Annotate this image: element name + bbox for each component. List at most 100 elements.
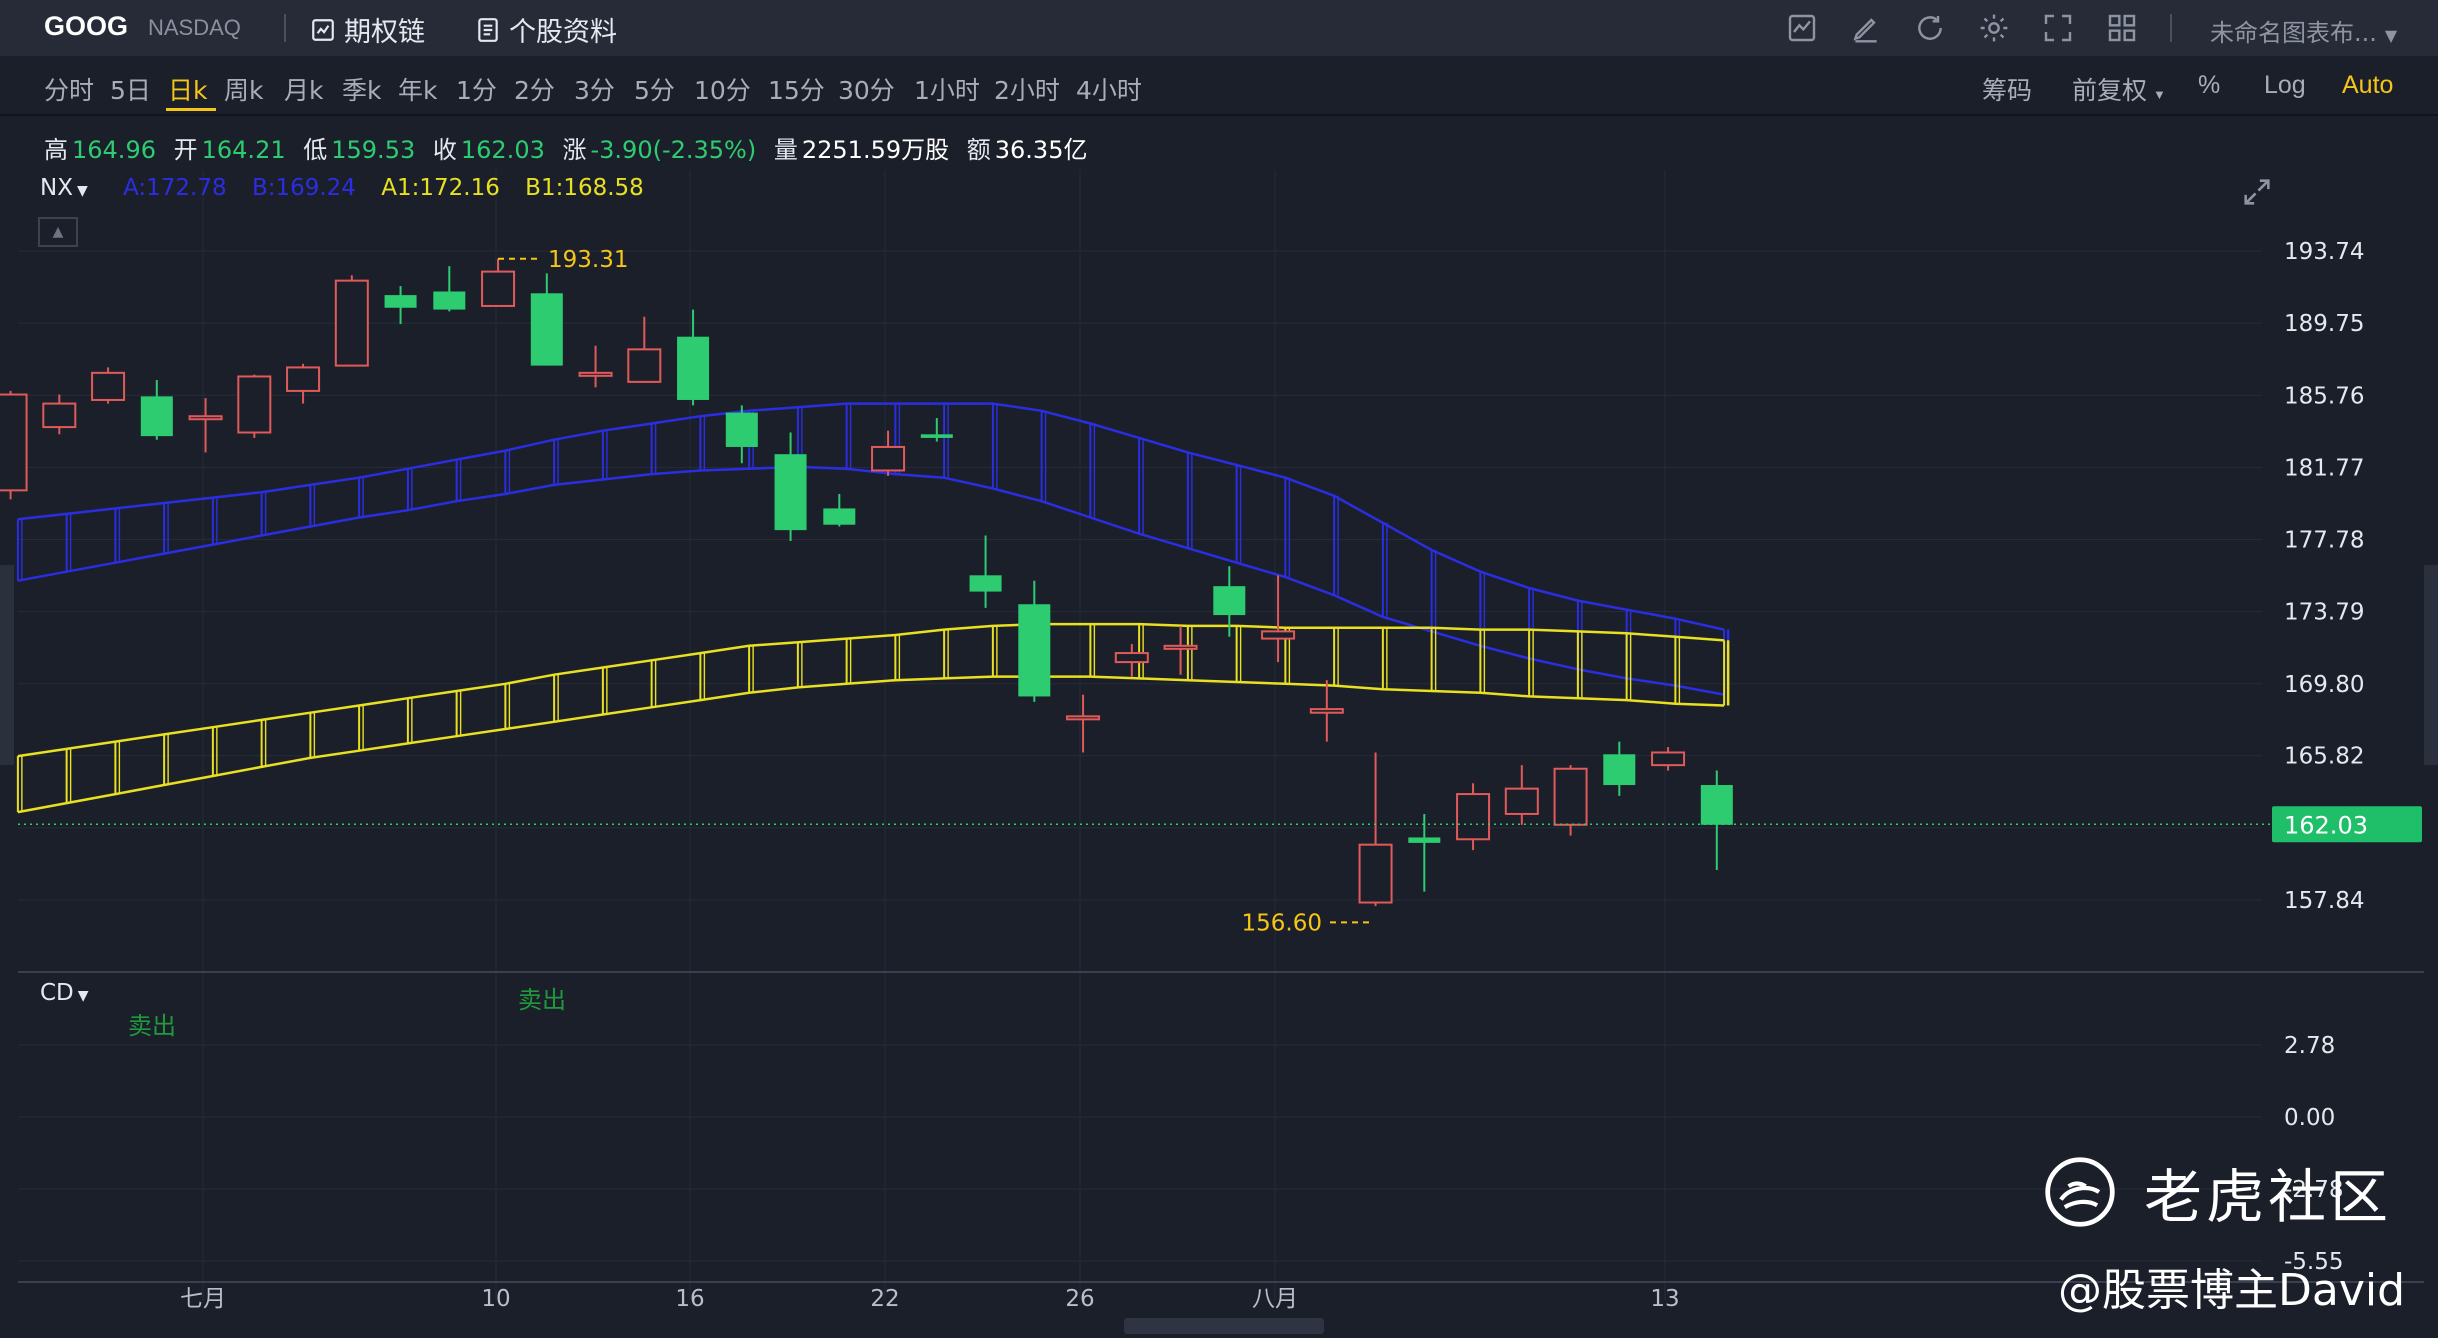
candle-body [433, 291, 466, 310]
watermark-author: @股票博主David [2058, 1265, 2406, 1316]
candle-body [1456, 793, 1491, 841]
time-axis-label: 10 [481, 1286, 510, 1312]
candle-body [1553, 767, 1588, 826]
time-axis-label: 26 [1065, 1286, 1094, 1312]
candle [1553, 765, 1588, 836]
time-axis-label: 七月 [180, 1286, 226, 1312]
nx-name: NX [40, 175, 73, 201]
candle-body [1114, 652, 1149, 664]
candle [140, 380, 173, 440]
candle-body [677, 336, 710, 400]
candle-body [1358, 843, 1393, 904]
price-axis-label: 193.74 [2284, 239, 2364, 265]
candle [677, 309, 710, 406]
candle [1309, 680, 1344, 742]
sell-signal: 卖出 [128, 1012, 176, 1040]
price-axis-label: 165.82 [2284, 744, 2364, 770]
candle [1456, 783, 1491, 851]
nx-b-value: B:169.24 [251, 175, 356, 201]
candle-body [920, 434, 953, 438]
price-axis-label: 185.76 [2284, 383, 2364, 409]
chart-grid [18, 170, 2424, 1300]
candle-body [823, 508, 856, 525]
nx-a1-value: A1:172.16 [381, 175, 500, 201]
candle [433, 266, 466, 312]
cd-indicator-selector[interactable]: CD ▼ [40, 980, 89, 1006]
bottom-panel-handle[interactable] [1124, 1318, 1324, 1334]
candle-body [384, 295, 417, 308]
nx-b1-value: B1:168.58 [525, 175, 644, 201]
candle-body [1408, 837, 1441, 843]
candle-body [1603, 754, 1636, 786]
watermark-brand: 老虎社区 [2144, 1163, 2393, 1231]
cd-axis-label: 2.78 [2284, 1033, 2335, 1059]
yellow-band-upper-line [17, 622, 1725, 758]
candle-body [42, 402, 77, 429]
tiger-logo-icon [2045, 1157, 2115, 1227]
price-axis-label: 169.80 [2284, 672, 2364, 698]
candle-body [725, 412, 758, 447]
candle-body [530, 293, 563, 366]
time-axis-label: 22 [870, 1286, 899, 1312]
candle [1066, 694, 1101, 753]
candle [481, 258, 516, 307]
candle-body [1261, 630, 1296, 640]
candle-body [871, 445, 906, 472]
candle [1603, 741, 1636, 796]
candle-body [1213, 586, 1246, 616]
candle [578, 345, 613, 388]
candle-body [140, 396, 173, 437]
candle [1358, 752, 1393, 907]
nx-indicator-selector[interactable]: NX ▼ [40, 175, 88, 201]
candle [188, 398, 223, 453]
nx-legend: NX ▼ A:172.78 B:169.24 A1:172.16 B1:168.5… [40, 175, 662, 201]
candle [1018, 580, 1051, 702]
chevron-up-icon: ▲ [52, 224, 64, 240]
candle-body [1651, 751, 1686, 767]
candle [969, 535, 1002, 608]
yellow-band-lower-line [17, 675, 1725, 814]
candle [0, 390, 28, 500]
candle [1651, 747, 1686, 771]
candle [530, 273, 563, 366]
price-axis-label: 181.77 [2284, 455, 2364, 481]
right-panel-handle[interactable] [2424, 565, 2438, 765]
candle-body [774, 454, 807, 531]
candle [1700, 770, 1733, 870]
candle [1504, 765, 1539, 825]
price-axis-label: 189.75 [2284, 311, 2364, 337]
expand-icon[interactable] [2240, 175, 2274, 209]
candle [627, 316, 662, 383]
time-axis-label: 13 [1650, 1286, 1679, 1312]
candle [91, 367, 126, 404]
candle-body [1504, 787, 1539, 815]
candle-body [1163, 644, 1198, 650]
candle-body [969, 575, 1002, 592]
low-marker-label: 156.60 [1242, 910, 1322, 936]
candle [823, 493, 856, 527]
chevron-down-icon: ▼ [76, 183, 88, 199]
high-marker-label: 193.31 [548, 247, 628, 273]
collapse-button[interactable]: ▲ [38, 217, 78, 247]
candle-body [334, 279, 369, 367]
left-panel-handle[interactable] [0, 565, 14, 765]
candle-body [188, 415, 223, 421]
candle-body [481, 270, 516, 307]
candle [237, 374, 272, 438]
cd-axis-label: 0.00 [2284, 1105, 2335, 1131]
blue-band-upper-line [17, 402, 1725, 631]
candle [1408, 813, 1441, 892]
candle-body [578, 371, 613, 377]
sell-signal: 卖出 [518, 986, 566, 1014]
price-axis-label: 177.78 [2284, 528, 2364, 554]
candle-body [91, 371, 126, 401]
cd-name: CD [40, 980, 74, 1006]
blue-band-lower-line [17, 465, 1725, 696]
candle-body [1309, 708, 1344, 714]
candle-body [0, 393, 28, 492]
candle-body [237, 375, 272, 434]
candle [384, 286, 417, 325]
candle-body [1700, 785, 1733, 825]
time-axis-label: 16 [675, 1286, 704, 1312]
price-axis-label: 157.84 [2284, 888, 2364, 914]
